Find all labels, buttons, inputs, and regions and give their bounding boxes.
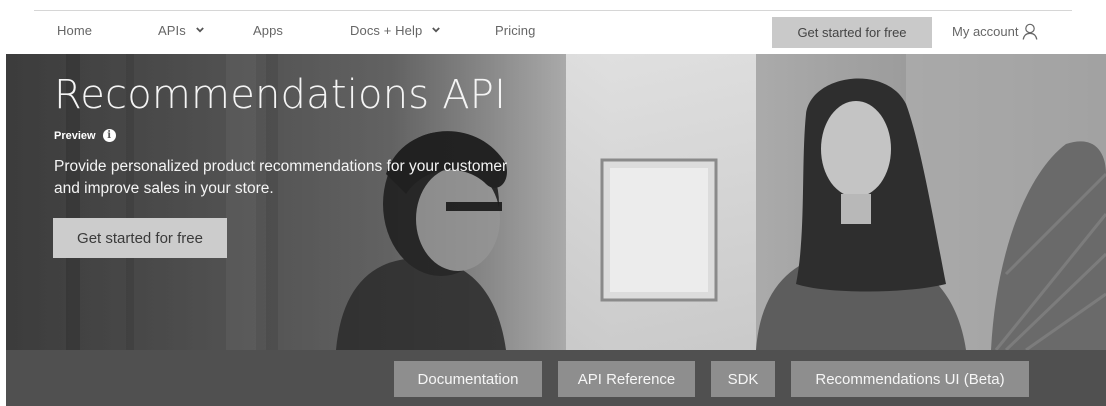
chevron-down-icon: [195, 27, 204, 33]
nav-item-label: Pricing: [495, 23, 536, 38]
nav-item-label: Home: [57, 23, 93, 38]
user-icon: [1023, 23, 1038, 40]
page-title: Recommendations API: [54, 72, 507, 118]
nav-item-apis[interactable]: APIs: [158, 23, 204, 38]
top-divider: [34, 10, 1072, 11]
preview-badge: Preview i: [54, 129, 116, 142]
nav-item-apps[interactable]: Apps: [253, 23, 283, 38]
nav-item-home[interactable]: Home: [57, 23, 92, 38]
hero-banner: Recommendations API Preview i Provide pe…: [6, 54, 1106, 350]
preview-label: Preview: [54, 129, 96, 142]
my-account-link[interactable]: My account: [952, 23, 1038, 40]
hero-description: Provide personalized product recommendat…: [54, 158, 508, 197]
sdk-button[interactable]: SDK: [711, 361, 775, 397]
recommendations-ui-button[interactable]: Recommendations UI (Beta): [791, 361, 1029, 397]
documentation-button[interactable]: Documentation: [394, 361, 542, 397]
nav-item-label: Apps: [253, 23, 284, 38]
top-navigation: Home APIs Apps Docs + Help Pricing Get s…: [0, 0, 1106, 54]
get-started-button-top[interactable]: Get started for free: [772, 17, 932, 48]
api-reference-button[interactable]: API Reference: [558, 361, 695, 397]
nav-item-docs-help[interactable]: Docs + Help: [350, 23, 440, 38]
my-account-label: My account: [952, 24, 1019, 39]
chevron-down-icon: [432, 27, 440, 33]
nav-item-label: Docs + Help: [350, 23, 423, 38]
nav-item-label: APIs: [158, 23, 186, 38]
resource-link-bar: Documentation API Reference SDK Recommen…: [6, 350, 1106, 406]
info-icon[interactable]: i: [102, 129, 116, 142]
nav-item-pricing[interactable]: Pricing: [495, 23, 535, 38]
get-started-button-hero[interactable]: Get started for free: [53, 218, 227, 258]
